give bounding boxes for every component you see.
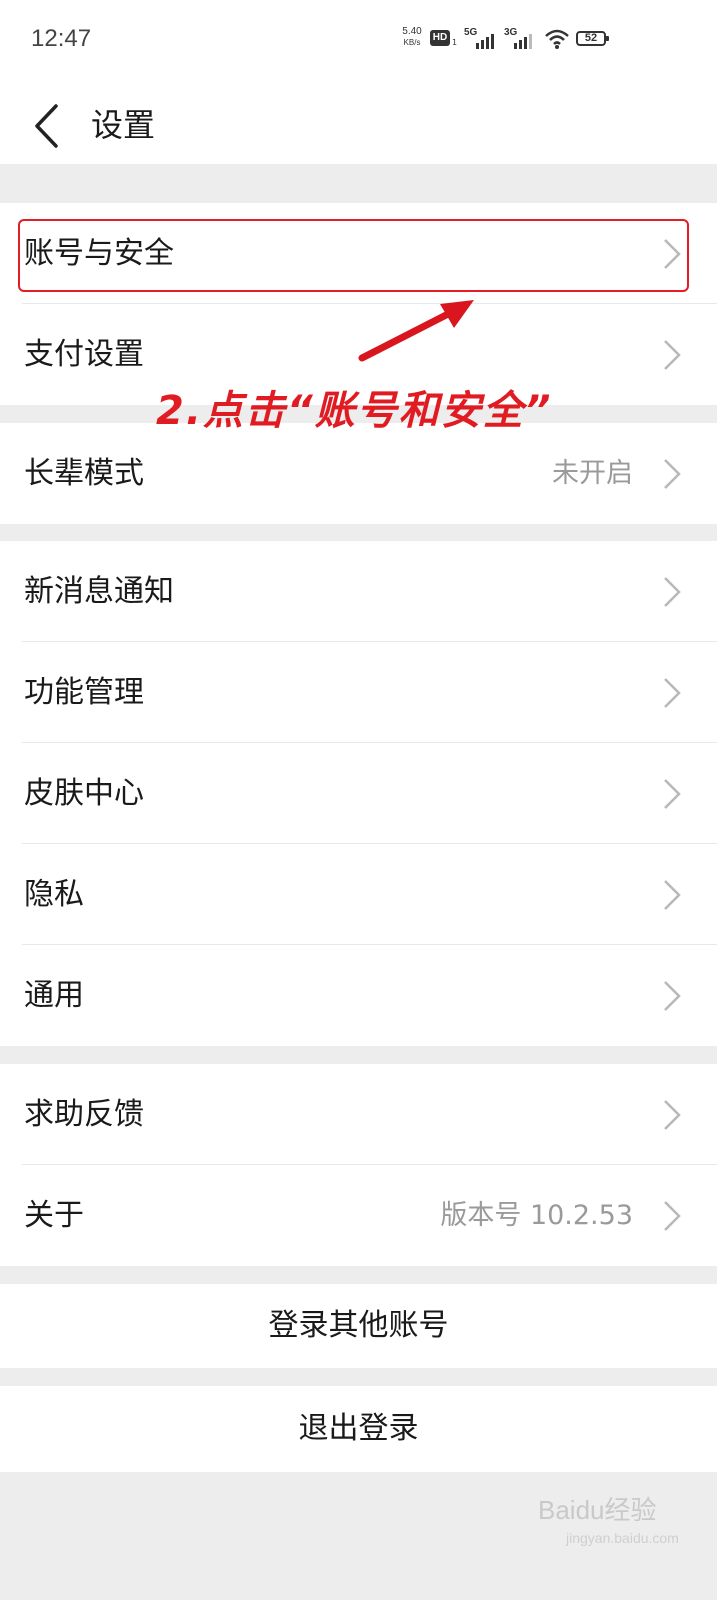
settings-group-elder: 长辈模式 未开启 <box>0 423 717 524</box>
highlight-box <box>18 219 689 292</box>
settings-item-label: 长辈模式 <box>24 456 144 491</box>
settings-item-label: 隐私 <box>24 877 84 912</box>
page-title: 设置 <box>91 106 156 144</box>
settings-item-label: 新消息通知 <box>24 574 174 609</box>
settings-group-help: 求助反馈 关于 版本号 10.2.53 <box>0 1064 717 1266</box>
hd-sub: 1 <box>452 38 458 47</box>
annotation-text: 2.点击“账号和安全” <box>156 388 553 434</box>
settings-item-label: 关于 <box>24 1198 84 1233</box>
battery-icon: 52 <box>576 31 609 46</box>
chevron-right-icon <box>664 779 681 809</box>
chevron-right-icon <box>664 981 681 1011</box>
settings-item-label: 皮肤中心 <box>24 776 144 811</box>
chevron-right-icon <box>664 340 681 370</box>
net-speed-unit: KB/s <box>403 38 421 47</box>
settings-item-general[interactable]: 通用 <box>0 945 717 1046</box>
signal-icon <box>476 34 494 49</box>
hd-icon: HD <box>430 30 450 46</box>
settings-item-feedback[interactable]: 求助反馈 <box>0 1064 717 1165</box>
settings-item-label: 支付设置 <box>24 337 144 372</box>
chevron-right-icon <box>664 459 681 489</box>
chevron-right-icon <box>664 577 681 607</box>
settings-item-value: 未开启 <box>552 458 633 489</box>
chevron-right-icon <box>664 678 681 708</box>
chevron-right-icon <box>664 1100 681 1130</box>
settings-item-label: 通用 <box>24 978 84 1013</box>
settings-item-about[interactable]: 关于 版本号 10.2.53 <box>0 1165 717 1266</box>
watermark: Baidu经验 <box>538 1495 657 1525</box>
settings-item-privacy[interactable]: 隐私 <box>0 844 717 945</box>
chevron-right-icon <box>664 1201 681 1231</box>
settings-item-skins[interactable]: 皮肤中心 <box>0 743 717 844</box>
settings-item-features[interactable]: 功能管理 <box>0 642 717 743</box>
settings-item-value: 版本号 10.2.53 <box>440 1200 633 1231</box>
settings-item-label: 求助反馈 <box>24 1097 144 1132</box>
settings-group-general: 新消息通知 功能管理 皮肤中心 隐私 通用 <box>0 541 717 1046</box>
switch-account-button[interactable]: 登录其他账号 <box>0 1284 717 1368</box>
header: 设置 <box>0 82 717 164</box>
settings-item-notifications[interactable]: 新消息通知 <box>0 541 717 642</box>
wifi-icon <box>545 29 569 49</box>
status-bar: 12:47 5.40 KB/s HD 1 5G 3G 52 <box>0 0 717 82</box>
settings-item-label: 功能管理 <box>24 675 144 710</box>
net-speed-value: 5.40 <box>402 26 422 37</box>
signal-icon-2 <box>514 34 532 49</box>
settings-item-elder-mode[interactable]: 长辈模式 未开启 <box>0 423 717 524</box>
logout-button[interactable]: 退出登录 <box>0 1386 717 1472</box>
watermark-url: jingyan.baidu.com <box>566 1530 679 1546</box>
chevron-right-icon <box>664 880 681 910</box>
back-button[interactable] <box>22 94 78 152</box>
status-time: 12:47 <box>31 25 92 52</box>
annotation-arrow-icon <box>358 300 474 362</box>
net-speed: 5.40 KB/s <box>398 26 426 48</box>
back-icon <box>35 104 58 148</box>
